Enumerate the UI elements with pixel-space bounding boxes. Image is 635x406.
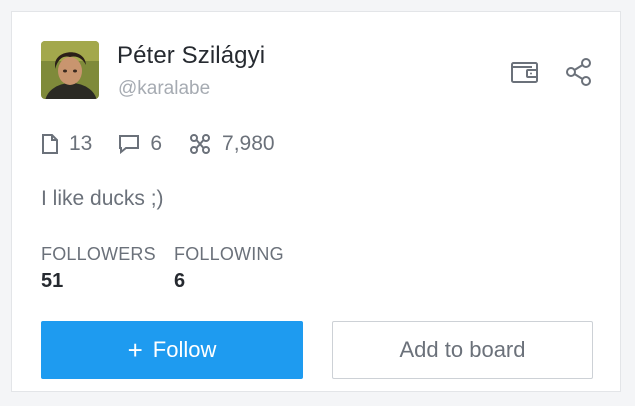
network-icon	[190, 134, 211, 154]
posts-count: 13	[69, 132, 93, 155]
followers-block[interactable]: FOLLOWERS 51	[41, 244, 156, 293]
followers-count: 51	[41, 270, 64, 292]
document-icon	[42, 134, 58, 154]
follow-button-label: Follow	[152, 337, 217, 362]
add-to-board-label: Add to board	[399, 337, 526, 362]
avatar[interactable]	[41, 41, 99, 99]
profile-handle: @karalabe	[118, 78, 211, 99]
following-count: 6	[174, 270, 186, 292]
share-icon[interactable]	[563, 56, 595, 88]
followers-label: FOLLOWERS	[41, 244, 156, 264]
wallet-icon[interactable]	[509, 56, 541, 88]
following-label: FOLLOWING	[174, 244, 284, 264]
following-block[interactable]: FOLLOWING 6	[174, 244, 284, 293]
comments-count: 6	[150, 132, 163, 155]
profile-card: Péter Szilágyi @karalabe 13 6 7,980 I li…	[11, 11, 621, 392]
comments-stat[interactable]: 6	[118, 132, 162, 156]
add-to-board-button[interactable]: Add to board	[332, 321, 593, 379]
follow-button[interactable]: + Follow	[41, 321, 303, 379]
points-stat[interactable]: 7,980	[188, 132, 275, 156]
posts-stat[interactable]: 13	[41, 132, 92, 156]
stats-row: 13 6 7,980	[41, 132, 301, 156]
profile-bio: I like ducks ;)	[41, 187, 164, 210]
points-count: 7,980	[222, 132, 275, 155]
comment-icon	[119, 135, 140, 154]
profile-name[interactable]: Péter Szilágyi	[117, 42, 265, 70]
plus-icon: +	[127, 335, 143, 365]
